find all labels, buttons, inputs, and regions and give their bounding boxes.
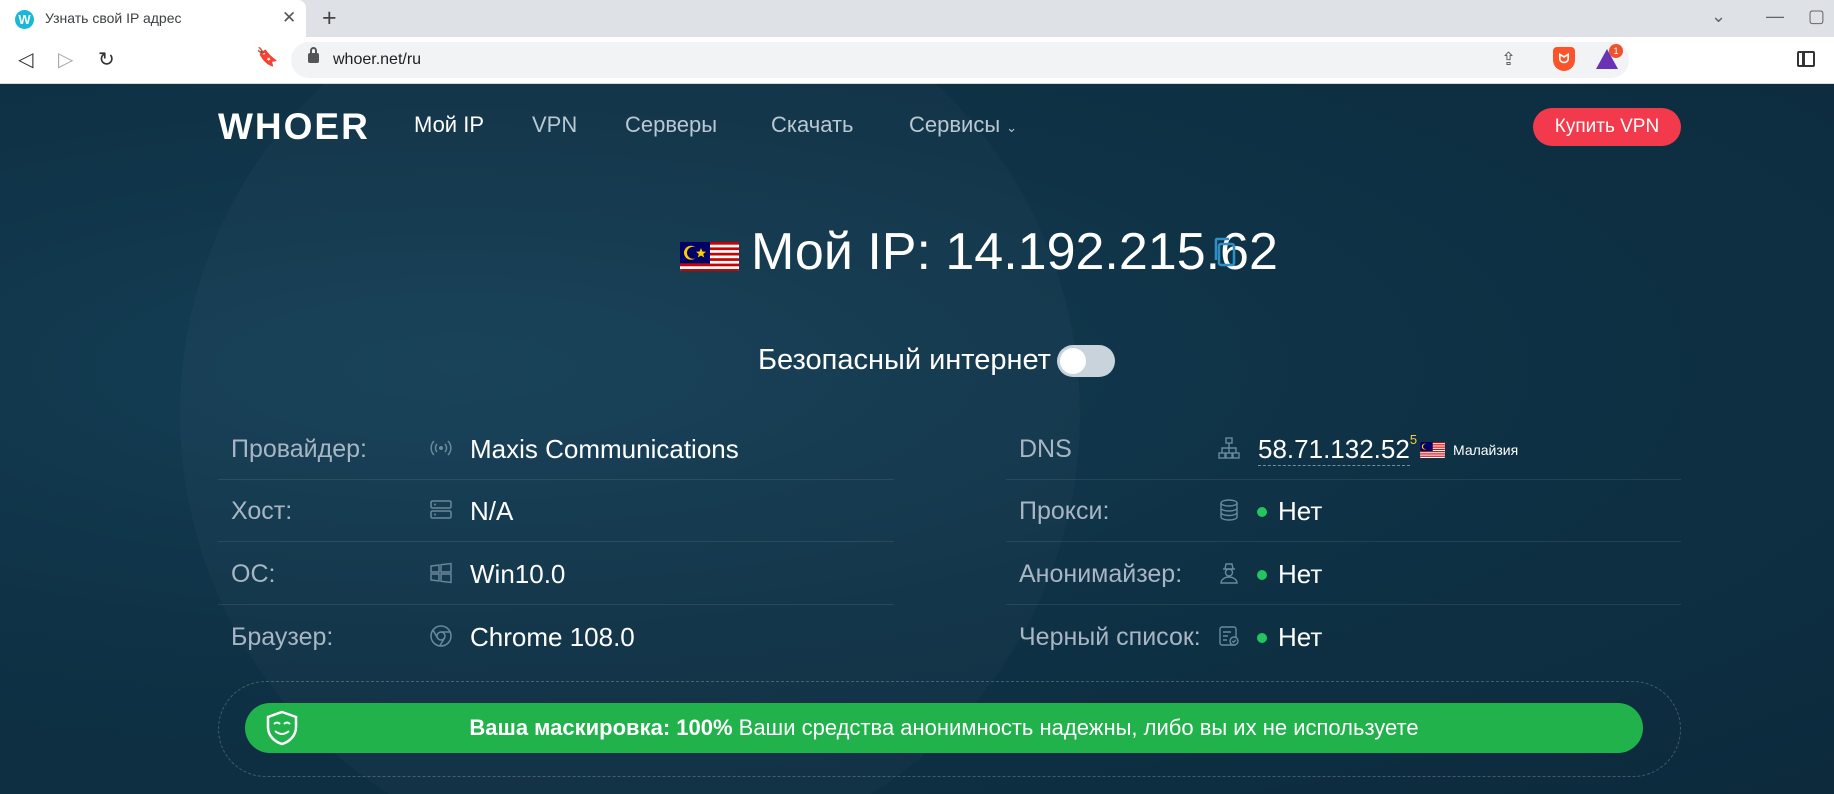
nav-servers[interactable]: Серверы — [625, 112, 717, 138]
info-row-anonymizer: Анонимайзер: Нет — [1006, 543, 1681, 605]
info-label: Хост: — [231, 497, 293, 525]
minimize-icon[interactable]: — — [1766, 6, 1784, 27]
signal-icon — [430, 440, 452, 456]
info-value: Нет — [1278, 559, 1323, 589]
info-label: DNS — [1019, 435, 1072, 463]
nav-services[interactable]: Сервисы ⌄ — [909, 112, 1017, 138]
dns-ip[interactable]: 58.71.132.52 — [1258, 434, 1410, 466]
rewards-badge: 1 — [1609, 44, 1623, 58]
info-value: Нет — [1278, 622, 1323, 652]
info-label: Браузер: — [231, 623, 334, 651]
whoer-favicon-icon: W — [15, 10, 34, 29]
info-row-blacklist: Черный список: Нет — [1006, 606, 1681, 668]
brave-shields-icon[interactable]: ᗢ — [1553, 47, 1575, 71]
info-label: ОС: — [231, 560, 276, 588]
windows-icon — [430, 562, 452, 584]
lock-icon[interactable] — [308, 47, 319, 63]
nav-download[interactable]: Скачать — [771, 112, 854, 138]
masking-text: Ваша маскировка: 100% Ваши средства анон… — [245, 715, 1643, 741]
close-tab-icon[interactable]: ✕ — [282, 8, 296, 28]
masking-panel: Ваша маскировка: 100% Ваши средства анон… — [218, 681, 1681, 777]
new-tab-plus-icon[interactable]: + — [322, 4, 337, 33]
dns-count: 5 — [1409, 432, 1418, 447]
whoer-logo[interactable]: WHOER — [218, 106, 370, 148]
url-text[interactable]: whoer.net/ru — [333, 51, 421, 69]
info-label: Провайдер: — [231, 435, 367, 463]
safe-internet-label: Безопасный интернет — [758, 344, 1051, 376]
maximize-icon[interactable]: ▢ — [1808, 6, 1825, 27]
dns-country: Малайзия — [1453, 442, 1519, 458]
status-dot — [1257, 507, 1267, 517]
chrome-icon — [430, 625, 452, 647]
dns-value[interactable]: 58.71.132.525 — [1258, 432, 1418, 466]
nav-vpn[interactable]: VPN — [532, 112, 577, 138]
spy-icon — [1220, 563, 1238, 584]
list-check-icon — [1219, 626, 1239, 646]
safe-internet-row: Безопасный интернет — [758, 344, 1115, 377]
info-label: Прокси: — [1019, 497, 1110, 525]
info-row-browser: Браузер: Chrome 108.0 — [218, 606, 894, 668]
page-content: WHOER Мой IP VPN Серверы Скачать Сервисы… — [0, 84, 1834, 794]
ip-label: Мой IP: — [751, 223, 931, 281]
buy-vpn-button[interactable]: Купить VPN — [1533, 108, 1681, 146]
info-label: Анонимайзер: — [1019, 560, 1183, 588]
browser-toolbar: ◁ ▷ ↻ 🔖 whoer.net/ru ⇪ ᗢ 1 — [0, 37, 1834, 84]
share-icon[interactable]: ⇪ — [1501, 49, 1516, 70]
status-dot — [1257, 570, 1267, 580]
info-value: N/A — [470, 496, 514, 526]
bookmark-icon[interactable]: 🔖 — [256, 47, 278, 68]
chevron-down-icon: ⌄ — [1006, 120, 1018, 135]
malaysia-flag-icon — [680, 233, 739, 271]
info-row-proxy: Прокси: Нет — [1006, 480, 1681, 542]
masking-description: Ваши средства анонимность надежны, либо … — [732, 715, 1419, 740]
info-value: Chrome 108.0 — [470, 622, 635, 652]
forward-icon[interactable]: ▷ — [58, 47, 73, 72]
status-dot — [1257, 633, 1267, 643]
malaysia-flag-icon — [1420, 442, 1445, 458]
info-value: Win10.0 — [470, 559, 566, 589]
copy-icon[interactable] — [1212, 236, 1238, 268]
masking-status-bar: Ваша маскировка: 100% Ваши средства анон… — [245, 703, 1643, 753]
masking-score: Ваша маскировка: 100% — [469, 715, 733, 740]
server-icon — [430, 500, 452, 519]
info-row-provider: Провайдер: Maxis Communications — [218, 418, 894, 480]
sidebar-toggle-icon[interactable] — [1797, 51, 1815, 67]
network-icon — [1218, 437, 1240, 459]
browser-tab-bar: W Узнать свой IP адрес ✕ + ⌄ — ▢ — [0, 0, 1834, 37]
back-icon[interactable]: ◁ — [18, 47, 33, 72]
reload-icon[interactable]: ↻ — [98, 47, 115, 72]
ip-heading: Мой IP: 14.192.215.62 — [680, 222, 1278, 282]
safe-internet-toggle[interactable] — [1056, 344, 1115, 377]
info-label: Черный список: — [1019, 623, 1201, 651]
info-row-os: ОС: Win10.0 — [218, 543, 894, 605]
info-value: Maxis Communications — [470, 434, 739, 464]
info-row-host: Хост: N/A — [218, 480, 894, 542]
address-bar[interactable]: whoer.net/ru ⇪ ᗢ 1 — [291, 42, 1629, 78]
nav-my-ip[interactable]: Мой IP — [414, 112, 484, 138]
info-value: Нет — [1278, 496, 1323, 526]
browser-tab[interactable]: W Узнать свой IP адрес ✕ — [0, 0, 306, 37]
info-row-dns: DNS 58.71.132.525 Малайзия — [1006, 418, 1681, 480]
tab-title: Узнать свой IP адрес — [45, 10, 182, 26]
nav-services-label: Сервисы — [909, 112, 1001, 137]
tab-search-chevron-icon[interactable]: ⌄ — [1711, 6, 1726, 27]
database-icon — [1220, 499, 1238, 521]
